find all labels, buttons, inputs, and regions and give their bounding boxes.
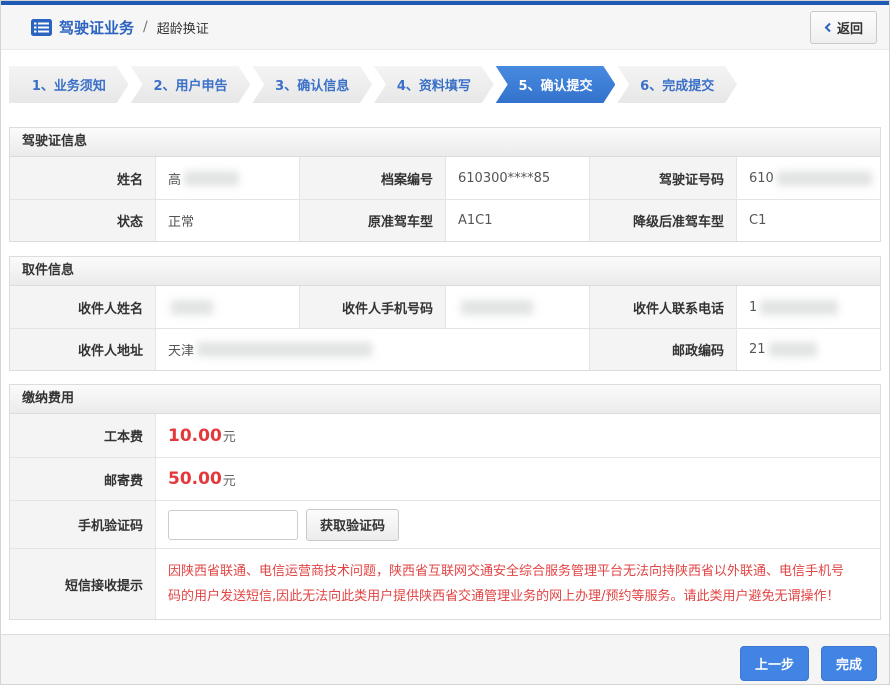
field-label: 收件人手机号码 (299, 286, 445, 328)
fee-unit: 元 (223, 470, 236, 489)
redacted-text (184, 171, 239, 186)
form-list-icon (31, 19, 52, 36)
field-value-text: A1C1 (458, 213, 493, 228)
field-value: C1 (736, 199, 880, 241)
license-info-table: 姓名高 档案编号 610300****85 驾驶证号码 610 状态正常 原准驾车型 A1C1… (10, 157, 880, 241)
field-label: 收件人地址 (10, 328, 155, 370)
field-value (155, 286, 299, 328)
field-value: A1C1 (445, 199, 589, 241)
field-label: 状态 (10, 199, 155, 241)
field-label: 降级后准驾车型 (589, 199, 736, 241)
field-value: 因陕西省联通、电信运营商技术问题，陕西省互联网交通安全综合服务管理平台无法向持陕… (155, 548, 880, 619)
page: 驾驶证业务 / 超龄换证 返回 1、业务须知2、用户申告3、确认信息4、资料填写… (0, 0, 890, 685)
field-label: 邮政编码 (589, 328, 736, 370)
field-value: 610300****85 (445, 157, 589, 199)
pickup-info-table: 收件人姓名 收件人手机号码 收件人联系电话 1 收件人地址天津 邮政编码 21 (10, 286, 880, 370)
field-value: 50.00 元 (155, 457, 880, 500)
fees-table: 工本费 10.00 元 邮寄费 50.00 元 手机验证码 获取验证码 短信接收… (10, 414, 880, 619)
field-value-text: 高 (168, 169, 181, 188)
footer-actions: 上一步 完成 (1, 634, 889, 685)
business-title: 驾驶证业务 (59, 17, 134, 38)
steps-bar: 1、业务须知2、用户申告3、确认信息4、资料填写5、确认提交6、完成提交 (9, 66, 737, 103)
back-label: 返回 (837, 18, 863, 37)
sms-code-input[interactable] (168, 510, 298, 540)
fee-amount: 50.00 (168, 469, 222, 489)
field-value (445, 286, 589, 328)
step-tab-3[interactable]: 3、确认信息 (252, 66, 372, 103)
field-value: 10.00 元 (155, 414, 880, 457)
redacted-text (461, 300, 533, 315)
redacted-text (197, 342, 372, 357)
field-value-text: 610 (749, 171, 774, 186)
field-value: 天津 (155, 328, 589, 370)
field-label: 短信接收提示 (10, 548, 155, 619)
field-value: 高 (155, 157, 299, 199)
field-label: 工本费 (10, 414, 155, 457)
field-value: 610 (736, 157, 880, 199)
field-label: 驾驶证号码 (589, 157, 736, 199)
section-fees: 缴纳费用 工本费 10.00 元 邮寄费 50.00 元 手机验证码 获取验证码… (9, 384, 881, 620)
sms-notice-text: 因陕西省联通、电信运营商技术问题，陕西省互联网交通安全综合服务管理平台无法向持陕… (168, 559, 880, 609)
field-label: 姓名 (10, 157, 155, 199)
back-button[interactable]: 返回 (810, 11, 877, 44)
section-license-info: 驾驶证信息 姓名高 档案编号 610300****85 驾驶证号码 610 状态正常 原准驾… (9, 127, 881, 242)
field-label: 原准驾车型 (299, 199, 445, 241)
step-tab-4[interactable]: 4、资料填写 (374, 66, 494, 103)
section-title: 驾驶证信息 (10, 128, 880, 157)
redacted-text (171, 300, 213, 315)
fee-unit: 元 (223, 426, 236, 445)
step-tab-6[interactable]: 6、完成提交 (617, 66, 737, 103)
field-value-text: 正常 (168, 211, 194, 230)
field-value-text: 21 (749, 342, 766, 357)
redacted-text (760, 300, 838, 315)
field-value-text: 天津 (168, 340, 194, 359)
get-code-button[interactable]: 获取验证码 (306, 509, 399, 541)
field-label: 档案编号 (299, 157, 445, 199)
section-pickup-info: 取件信息 收件人姓名 收件人手机号码 收件人联系电话 1 收件人地址天津 邮政编码 21 (9, 256, 881, 371)
redacted-text (777, 171, 872, 186)
field-value-text: 1 (749, 300, 757, 315)
section-title: 缴纳费用 (10, 385, 880, 414)
field-value-text: 610300****85 (458, 171, 550, 186)
title-separator: / (143, 19, 148, 35)
step-tab-1[interactable]: 1、业务须知 (9, 66, 129, 103)
field-value: 21 (736, 328, 880, 370)
redacted-text (769, 342, 817, 357)
field-label: 收件人联系电话 (589, 286, 736, 328)
field-value: 1 (736, 286, 880, 328)
field-label: 手机验证码 (10, 500, 155, 548)
previous-step-button[interactable]: 上一步 (740, 646, 809, 681)
page-title: 驾驶证业务 / 超龄换证 (31, 17, 209, 38)
field-value: 正常 (155, 199, 299, 241)
page-header: 驾驶证业务 / 超龄换证 返回 (1, 5, 889, 50)
field-label: 收件人姓名 (10, 286, 155, 328)
field-value-text: C1 (749, 213, 766, 228)
fee-amount: 10.00 (168, 426, 222, 446)
chevron-left-icon (824, 22, 832, 33)
step-tab-5[interactable]: 5、确认提交 (496, 66, 616, 103)
section-title: 取件信息 (10, 257, 880, 286)
subpage-title: 超龄换证 (157, 18, 209, 37)
finish-button[interactable]: 完成 (821, 646, 877, 681)
field-label: 邮寄费 (10, 457, 155, 500)
step-tab-2[interactable]: 2、用户申告 (131, 66, 251, 103)
field-value: 获取验证码 (155, 500, 880, 548)
